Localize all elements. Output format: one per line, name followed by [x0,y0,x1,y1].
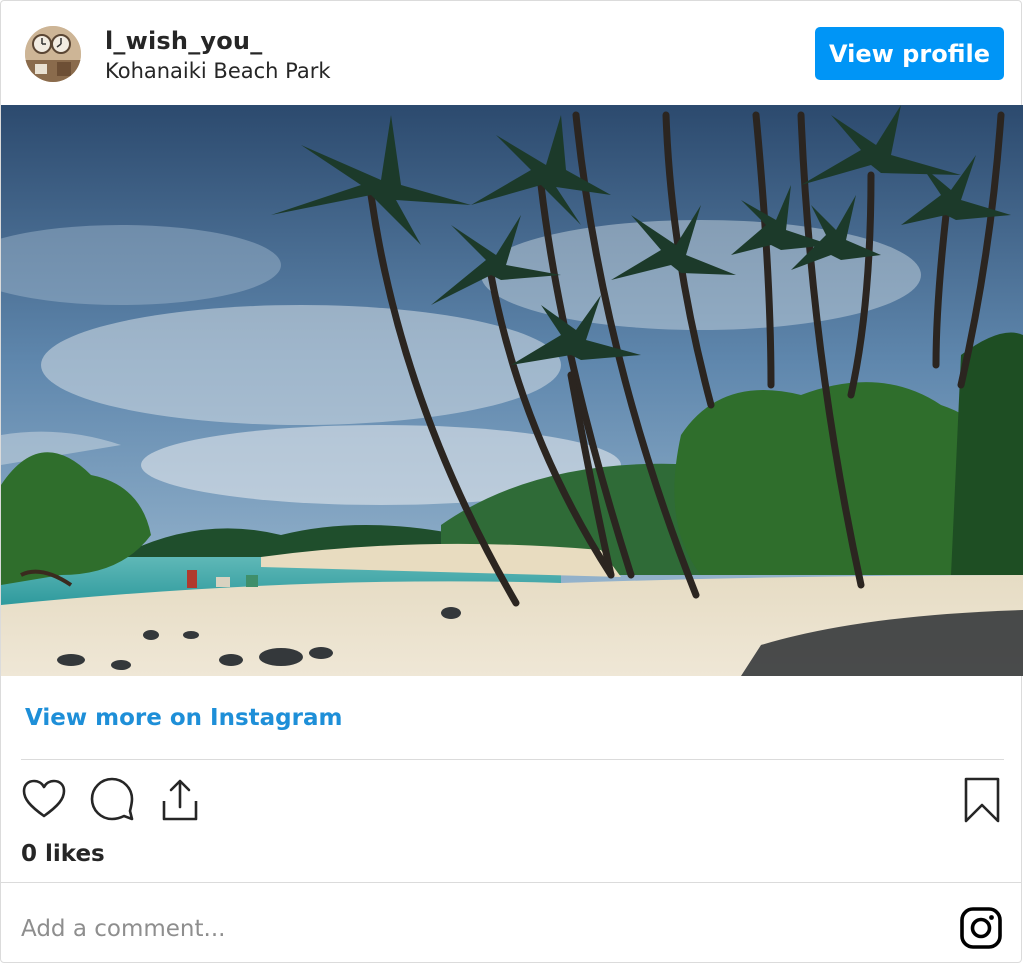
divider [21,759,1004,760]
share-icon [162,779,198,821]
divider [1,882,1021,883]
comment-input[interactable] [21,909,921,949]
comment-button[interactable] [86,771,138,827]
post-header: l_wish_you_ Kohanaiki Beach Park View pr… [1,1,1021,105]
view-more-link[interactable]: View more on Instagram [25,705,342,731]
location-label[interactable]: Kohanaiki Beach Park [105,59,331,83]
post-image[interactable] [1,105,1023,676]
beach-photo [1,105,1023,676]
instagram-icon [960,907,1002,949]
share-button[interactable] [154,771,206,827]
username[interactable]: l_wish_you_ [105,27,262,55]
like-button[interactable] [18,771,70,827]
action-bar [1,771,1021,831]
instagram-logo-button[interactable] [957,904,1005,952]
avatar[interactable] [25,26,81,82]
save-button[interactable] [956,771,1008,827]
likes-count: 0 likes [21,841,105,867]
heart-icon [22,779,66,818]
bookmark-icon [964,777,1000,823]
comment-icon [90,777,134,821]
view-profile-button[interactable]: View profile [815,27,1004,80]
instagram-embed-card: l_wish_you_ Kohanaiki Beach Park View pr… [0,0,1023,963]
